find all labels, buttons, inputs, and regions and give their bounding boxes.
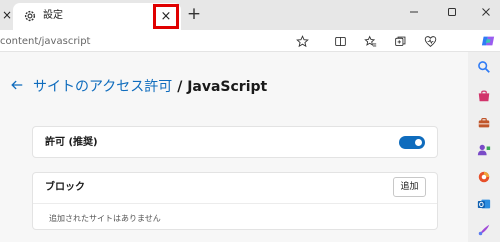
address-text: content/javascript xyxy=(0,36,91,47)
browser-essentials-button[interactable] xyxy=(422,33,438,49)
collections-icon xyxy=(394,36,405,46)
sidebar-search-button[interactable] xyxy=(477,59,491,73)
block-list-card: ブロック 追加 追加されたサイトはありません xyxy=(32,172,438,230)
address-bar[interactable]: content/javascript xyxy=(0,33,320,50)
designer-icon xyxy=(478,224,490,236)
allow-toggle[interactable] xyxy=(399,136,425,149)
block-label: ブロック xyxy=(45,182,85,193)
copilot-button[interactable] xyxy=(480,33,496,49)
browser-sidebar xyxy=(468,52,500,242)
breadcrumb-site-permissions[interactable]: サイトのアクセス許可 xyxy=(33,79,172,95)
favorites-button[interactable] xyxy=(362,33,378,49)
minimize-icon xyxy=(410,11,418,13)
split-screen-icon xyxy=(334,36,346,46)
window-close-button[interactable] xyxy=(476,4,496,20)
tab-title: 設定 xyxy=(43,10,63,21)
sidebar-outlook-button[interactable] xyxy=(477,196,491,210)
arrow-left-icon xyxy=(11,80,23,90)
browser-essentials-icon xyxy=(424,35,436,47)
sidebar-games-button[interactable] xyxy=(477,142,491,156)
add-button[interactable]: 追加 xyxy=(393,177,426,197)
sidebar-designer-button[interactable] xyxy=(477,222,491,236)
previous-tab-close-icon[interactable]: × xyxy=(0,6,14,24)
page-title: サイトのアクセス許可 / JavaScript xyxy=(33,78,267,96)
maximize-icon xyxy=(448,8,456,16)
empty-list-message: 追加されたサイトはありません xyxy=(49,214,161,223)
settings-content: サイトのアクセス許可 / JavaScript 許可 (推奨) ブロック 追加 … xyxy=(0,52,468,242)
split-screen-button[interactable] xyxy=(332,33,348,49)
close-icon xyxy=(482,8,490,16)
collections-button[interactable] xyxy=(392,33,408,49)
toolbar: content/javascript xyxy=(0,30,500,52)
back-arrow-icon[interactable] xyxy=(10,78,24,92)
breadcrumb-separator: / xyxy=(177,79,183,95)
close-icon: × xyxy=(160,9,172,24)
maximize-button[interactable] xyxy=(442,4,462,20)
office-icon xyxy=(478,171,490,183)
favorites-icon xyxy=(363,35,376,46)
allow-setting-card: 許可 (推奨) xyxy=(32,126,438,158)
copilot-icon xyxy=(481,36,495,46)
outlook-icon xyxy=(477,199,491,209)
new-tab-button[interactable]: + xyxy=(186,6,202,23)
gear-icon xyxy=(24,10,36,22)
breadcrumb-current: JavaScript xyxy=(187,79,268,95)
sidebar-shopping-button[interactable] xyxy=(477,88,491,102)
divider xyxy=(33,203,437,204)
tab-strip: × 設定 × + xyxy=(0,0,500,30)
favorite-star-icon xyxy=(295,34,309,47)
shopping-icon xyxy=(478,90,490,102)
tab-settings[interactable]: 設定 × xyxy=(13,3,181,30)
toggle-knob xyxy=(415,139,422,146)
allow-label: 許可 (推奨) xyxy=(45,137,98,148)
favorite-star-button[interactable] xyxy=(294,33,310,49)
tab-close-button[interactable]: × xyxy=(153,4,179,29)
sidebar-tools-button[interactable] xyxy=(477,115,491,129)
search-icon xyxy=(478,61,490,73)
tools-icon xyxy=(478,118,490,128)
minimize-button[interactable] xyxy=(404,4,424,20)
sidebar-office-button[interactable] xyxy=(477,169,491,183)
games-icon xyxy=(477,144,491,156)
